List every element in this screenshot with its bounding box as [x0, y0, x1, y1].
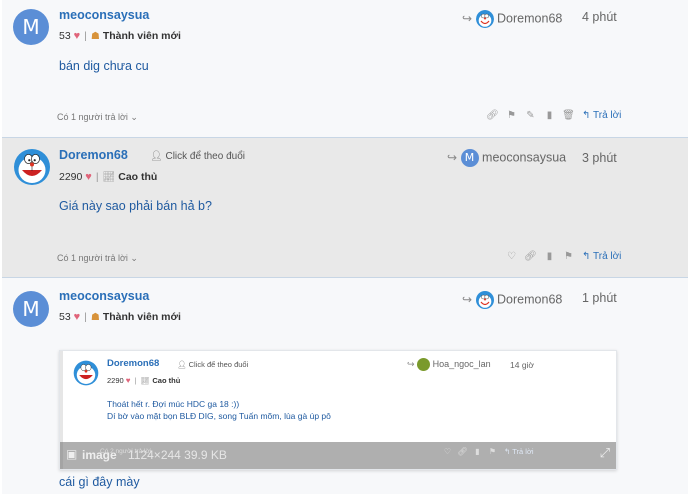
- quote-line-2: Dí bờ vào mặt bọn BLĐ DIG, song Tuấn mõm…: [107, 411, 331, 421]
- post-time[interactable]: 4 phút: [582, 10, 617, 24]
- user-meta: 2290 ♥ | 📈︎ Cao thủ: [59, 171, 157, 183]
- divider: |: [95, 171, 99, 183]
- bookmark-icon: ▮: [475, 447, 480, 456]
- chevron-down-icon: ⌄: [130, 112, 138, 122]
- reply-to-name: Doremon68: [497, 292, 563, 307]
- author-name[interactable]: meoconsaysua: [59, 8, 149, 22]
- heart-icon: ♥: [85, 171, 92, 183]
- heart-outline-icon: ♡: [443, 447, 452, 456]
- user-plus-icon: 👤︎: [150, 151, 163, 162]
- quote-replies: Có 2 người trả lời: [100, 448, 152, 455]
- image-meta-bar: ▣ image 1124×244 39.9 KB Có 2 người trả …: [60, 442, 616, 469]
- flag-icon[interactable]: ⚑: [502, 110, 521, 121]
- flag-icon[interactable]: ⚑: [559, 251, 578, 262]
- reply-to-name: Doremon68: [497, 11, 563, 26]
- likes-count: 53: [59, 30, 71, 42]
- doraemon-avatar-icon: [14, 149, 50, 185]
- trash-icon[interactable]: 🗑︎: [559, 110, 578, 121]
- reply-arrow-icon: ↪: [447, 150, 458, 165]
- post-actions: 🔗︎ ⚑ ✎ ▮ 🗑︎ ↰ Trả lời: [483, 110, 621, 121]
- reply-button[interactable]: ↰ Trả lời: [582, 251, 621, 262]
- replies-toggle[interactable]: Có 1 người trả lời ⌄: [57, 112, 138, 123]
- quote-likes: 2290: [107, 376, 124, 385]
- reply-icon: ↰: [504, 447, 511, 456]
- quote-rank: Cao thủ: [152, 376, 181, 385]
- doraemon-avatar-icon: [475, 10, 494, 28]
- replies-toggle[interactable]: Có 1 người trả lời ⌄: [57, 253, 138, 264]
- divider: |: [134, 376, 137, 385]
- heart-icon: ♥: [73, 311, 81, 323]
- post-time[interactable]: 3 phút: [582, 151, 617, 165]
- doraemon-avatar-icon: [73, 360, 99, 386]
- quote-actions: ♡ 🔗︎ ▮ ⚑ ↰ Trả lời: [440, 447, 534, 456]
- reply-to[interactable]: ↪ Doremon68: [462, 291, 562, 309]
- quote-time: 14 giờ: [510, 360, 535, 370]
- post-time[interactable]: 1 phút: [582, 291, 617, 305]
- post-body: bán dig chưa cu: [59, 59, 149, 73]
- quote-reply-to: ↪ Hoa_ngoc_lan: [407, 358, 491, 371]
- avatar[interactable]: [13, 148, 51, 190]
- heart-icon: ♥: [125, 376, 131, 385]
- post-3: M meoconsaysua 53 ♥ | ☗ Thành viên mới ↪ Do…: [2, 277, 688, 494]
- expand-icon[interactable]: ⤢: [600, 446, 610, 461]
- author-name[interactable]: Doremon68: [59, 148, 128, 162]
- embedded-image[interactable]: Doremon68 👤︎ Click để theo đuổi 2290 ♥ | 📈…: [59, 350, 617, 470]
- user-meta: 53 ♥ | ☗ Thành viên mới: [59, 30, 181, 42]
- doraemon-avatar-icon: [475, 291, 494, 309]
- reply-to-name: meoconsaysua: [482, 150, 567, 165]
- reply-arrow-icon: ↪: [462, 292, 473, 307]
- quote-author: Doremon68: [107, 358, 160, 369]
- bookmark-icon[interactable]: ▮: [540, 110, 559, 121]
- link-icon[interactable]: 🔗︎: [483, 110, 502, 121]
- avatar[interactable]: M: [13, 9, 49, 45]
- reply-to[interactable]: ↪ Doremon68: [462, 10, 562, 28]
- leaf-avatar-icon: [417, 358, 431, 371]
- badge-icon: ☗: [90, 31, 100, 42]
- bookmark-icon[interactable]: ▮: [540, 251, 559, 262]
- post-1: M meoconsaysua 53 ♥ | ☗ Thành viên mới ↪ Do…: [2, 0, 688, 137]
- divider: |: [84, 30, 87, 42]
- reply-to-avatar: M: [460, 149, 479, 167]
- edit-icon[interactable]: ✎: [521, 110, 540, 121]
- link-icon[interactable]: 🔗︎: [521, 251, 540, 262]
- post-body: Giá này sao phải bán hả b?: [59, 199, 212, 213]
- badge-icon: ☗: [90, 312, 100, 323]
- quote-line-1: Thoát hết r. Đợi múc HDC ga 18 :)): [107, 399, 240, 409]
- reply-icon: ↰: [582, 110, 591, 121]
- quote-avatar: [73, 360, 99, 390]
- reply-arrow-icon: ↪: [407, 358, 415, 369]
- follow-button[interactable]: 👤︎ Click để theo đuổi: [150, 151, 245, 162]
- avatar[interactable]: M: [13, 291, 49, 327]
- replies-label: Có 1 người trả lời: [57, 112, 128, 122]
- post-actions: ♡ 🔗︎ ▮ ⚑ ↰ Trả lời: [502, 251, 621, 262]
- replies-label: Có 1 người trả lời: [57, 253, 128, 263]
- reply-arrow-icon: ↪: [462, 11, 473, 26]
- author-name[interactable]: meoconsaysua: [59, 289, 149, 303]
- user-plus-icon: 👤︎: [177, 360, 187, 369]
- link-icon: 🔗︎: [457, 447, 468, 456]
- quote-reply-button: ↰ Trả lời: [504, 447, 534, 456]
- heart-icon: ♥: [73, 30, 81, 42]
- likes-count: 2290: [59, 171, 83, 183]
- chart-icon: 📈︎: [102, 172, 116, 183]
- chart-icon: 📈︎: [140, 378, 150, 385]
- reply-button[interactable]: ↰ Trả lời: [582, 110, 621, 121]
- post-2: Doremon68 👤︎ Click để theo đuổi 2290 ♥ | 📈…: [2, 137, 688, 277]
- reply-icon: ↰: [582, 251, 591, 262]
- likes-count: 53: [59, 311, 71, 323]
- quote-follow: 👤︎ Click để theo đuổi: [177, 360, 249, 369]
- user-meta: 53 ♥ | ☗ Thành viên mới: [59, 311, 181, 323]
- image-icon: ▣: [66, 447, 78, 461]
- reply-to[interactable]: ↪ M meoconsaysua: [447, 149, 566, 167]
- rank-title: Thành viên mới: [102, 311, 181, 323]
- follow-label: Click để theo đuổi: [165, 151, 245, 162]
- divider: |: [84, 311, 87, 323]
- quote-meta: 2290 ♥ | 📈︎ Cao thủ: [107, 376, 180, 385]
- heart-outline-icon[interactable]: ♡: [502, 251, 521, 262]
- chevron-down-icon: ⌄: [130, 253, 138, 263]
- post-body: cái gì đây mày: [59, 475, 140, 489]
- flag-icon: ⚑: [488, 447, 497, 456]
- rank-title: Cao thủ: [118, 171, 158, 183]
- rank-title: Thành viên mới: [102, 30, 181, 42]
